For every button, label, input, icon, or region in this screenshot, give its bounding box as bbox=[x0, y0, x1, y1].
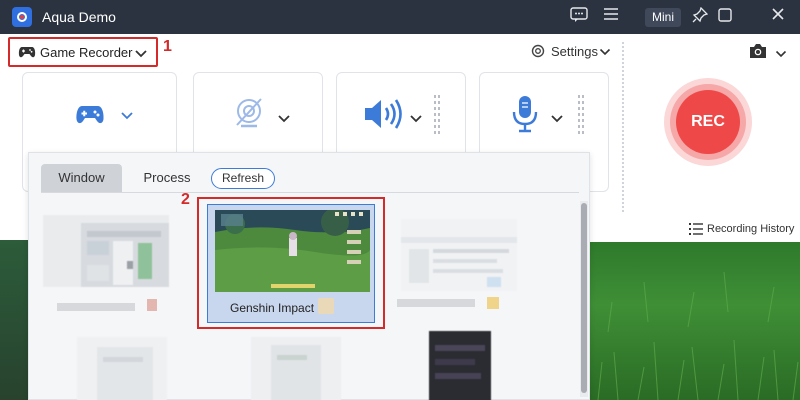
window-thumbnail[interactable] bbox=[77, 337, 167, 400]
close-icon[interactable] bbox=[768, 7, 788, 27]
window-title-placeholder bbox=[57, 303, 135, 311]
refresh-button[interactable]: Refresh bbox=[211, 168, 275, 189]
microphone-icon bbox=[510, 95, 540, 138]
folder-icon bbox=[487, 297, 499, 309]
speaker-icon bbox=[361, 97, 405, 136]
camera-icon bbox=[748, 42, 768, 65]
chevron-down-icon[interactable] bbox=[409, 111, 423, 129]
rec-label: REC bbox=[676, 90, 740, 154]
step-annotation-2: 2 bbox=[181, 191, 190, 208]
gear-icon bbox=[530, 43, 546, 62]
chat-icon[interactable] bbox=[569, 7, 589, 27]
mic-level-meter bbox=[577, 95, 585, 140]
chevron-down-icon bbox=[134, 46, 148, 64]
chevron-down-icon[interactable] bbox=[550, 111, 564, 129]
screenshot-button[interactable] bbox=[748, 42, 793, 62]
step-annotation-1: 1 bbox=[163, 38, 172, 55]
volume-meter bbox=[433, 95, 441, 140]
window-thumbnail[interactable] bbox=[43, 215, 169, 287]
title-bar: Aqua Demo Mini bbox=[0, 0, 800, 34]
chevron-down-icon bbox=[775, 46, 787, 64]
vertical-divider bbox=[622, 42, 624, 212]
chevron-down-icon[interactable] bbox=[277, 111, 291, 129]
window-selector-popup: Window Process Refresh Genshin Impact 2 bbox=[28, 152, 590, 400]
popup-scrollbar[interactable] bbox=[580, 201, 588, 397]
chevron-down-icon bbox=[599, 45, 611, 60]
window-thumbnail[interactable] bbox=[251, 337, 341, 400]
window-title-placeholder bbox=[397, 299, 475, 307]
background-game-left bbox=[0, 240, 28, 400]
window-thumbnail[interactable] bbox=[429, 331, 491, 400]
pin-icon[interactable] bbox=[690, 6, 710, 27]
selected-window-card[interactable]: Genshin Impact bbox=[207, 204, 375, 323]
rec-ring: REC bbox=[670, 84, 746, 160]
genshin-impact-app-icon bbox=[318, 298, 334, 314]
window-app-icon bbox=[147, 299, 157, 311]
genshin-impact-thumbnail bbox=[215, 210, 370, 292]
recording-history-label: Recording History bbox=[707, 223, 795, 235]
gamepad-icon bbox=[18, 45, 36, 64]
tab-process[interactable]: Process bbox=[133, 164, 201, 192]
app-title: Aqua Demo bbox=[42, 9, 116, 25]
settings-label: Settings bbox=[551, 44, 598, 59]
app-logo-icon bbox=[12, 7, 32, 27]
mode-label: Game Recorder bbox=[40, 45, 133, 60]
tab-divider bbox=[41, 192, 579, 193]
selection-highlight: Genshin Impact bbox=[197, 197, 385, 329]
game-recorder-dropdown[interactable]: Game Recorder bbox=[8, 37, 158, 67]
selected-window-title: Genshin Impact bbox=[230, 301, 315, 315]
background-game-right bbox=[588, 242, 800, 400]
rec-button[interactable]: REC bbox=[664, 78, 752, 166]
scrollbar-thumb[interactable] bbox=[581, 203, 587, 393]
menu-icon[interactable] bbox=[601, 7, 621, 27]
tab-window[interactable]: Window bbox=[41, 164, 122, 192]
mini-button[interactable]: Mini bbox=[645, 8, 682, 27]
minimize-icon[interactable] bbox=[715, 7, 735, 27]
chevron-down-icon[interactable] bbox=[120, 108, 134, 126]
gamepad-icon bbox=[75, 104, 105, 131]
window-thumbnail[interactable] bbox=[401, 219, 517, 291]
webcam-off-icon bbox=[231, 95, 267, 136]
list-icon bbox=[689, 223, 703, 238]
